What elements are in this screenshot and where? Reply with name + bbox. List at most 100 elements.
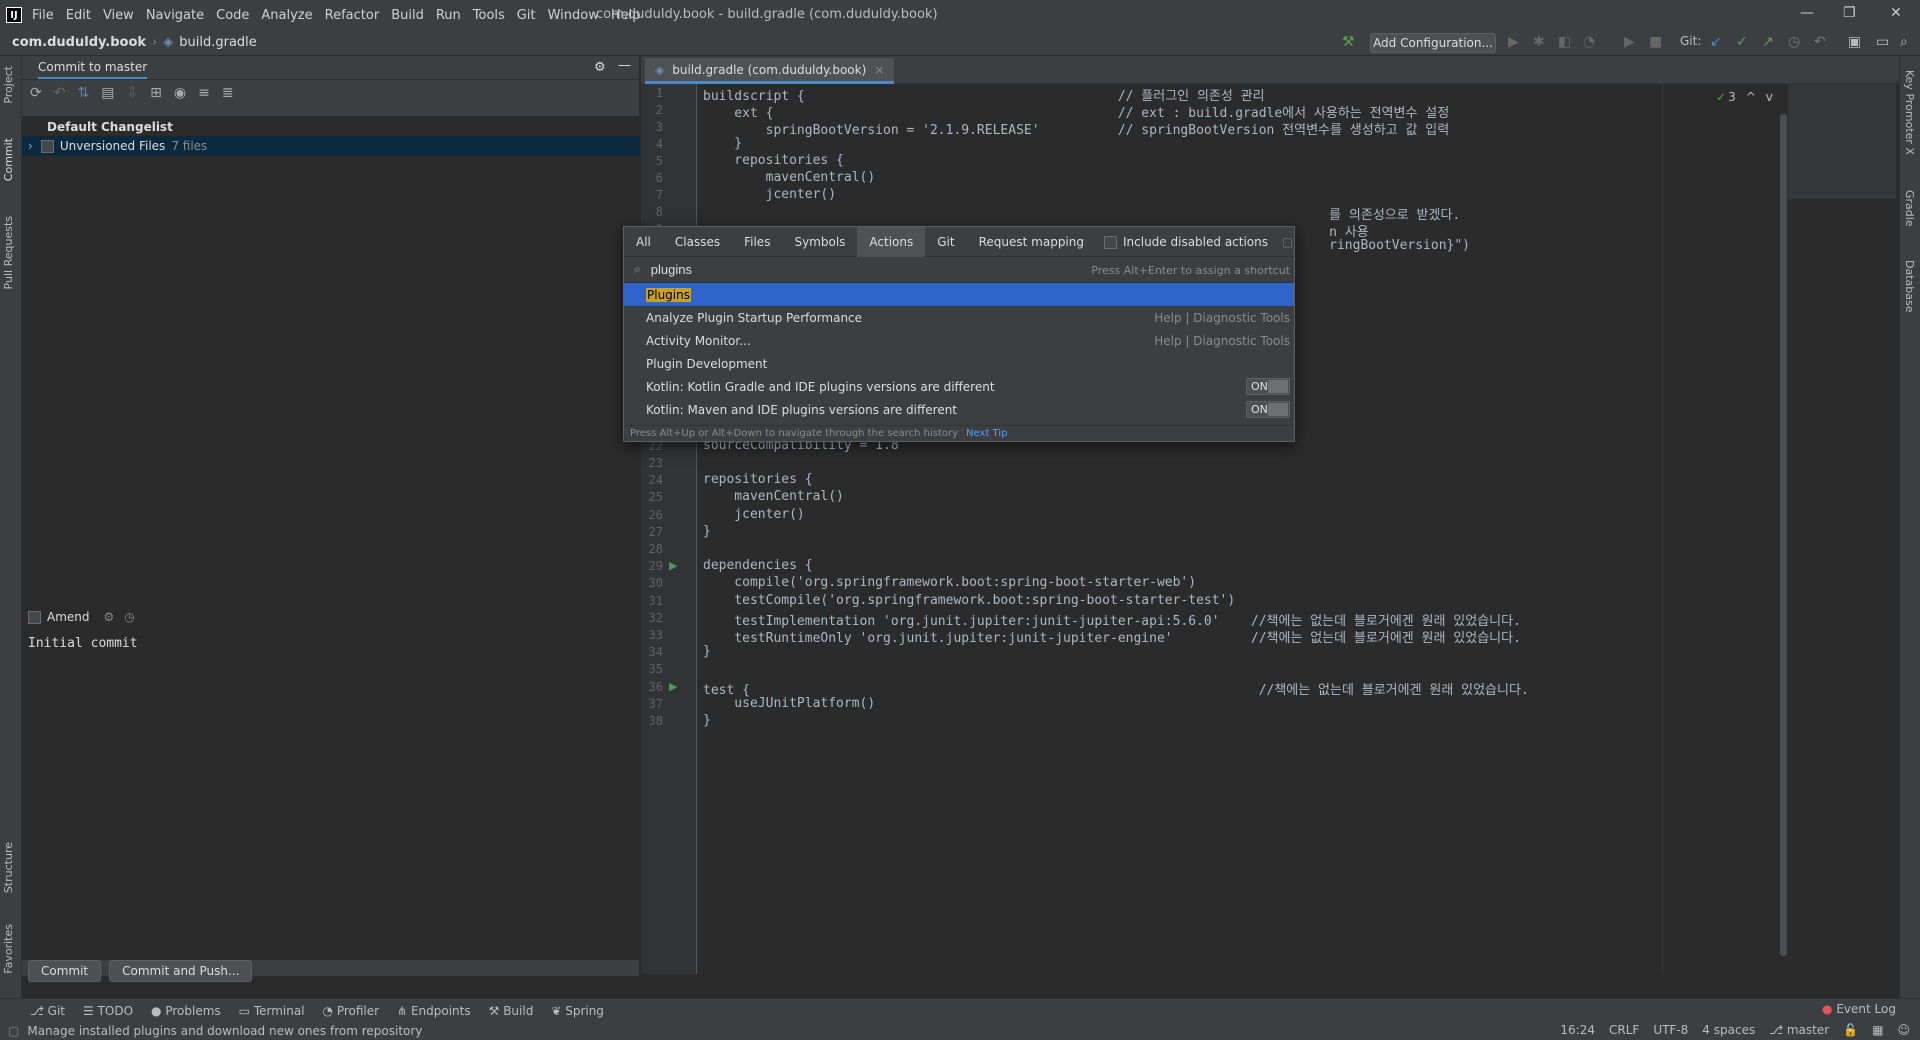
favorites-tab[interactable]: Favorites [2,924,15,974]
menu-navigate[interactable]: Navigate [146,8,204,23]
include-disabled-checkbox[interactable] [1104,235,1117,249]
run-gutter-icon[interactable]: ▶ [669,680,677,693]
run-gutter-icon[interactable]: ▶ [669,559,677,572]
unversioned-checkbox[interactable] [40,139,54,153]
menu-view[interactable]: View [103,8,134,23]
include-disabled-option[interactable]: Include disabled actions ▢ [1104,235,1293,249]
toolwindow-git[interactable]: ⎇ Git [30,1004,65,1018]
git-update-icon[interactable]: ↙ [1710,34,1722,50]
git-commit-icon[interactable]: ✓ [1736,34,1748,50]
project-structure-icon[interactable]: ▣ [1848,34,1861,50]
search-input[interactable] [650,262,951,277]
unversioned-files-row[interactable]: › Unversioned Files 7 files [22,136,640,156]
on-toggle[interactable]: ON [1246,378,1290,395]
debug-icon[interactable]: ✱ [1533,34,1545,50]
code-line[interactable]: repositories { [703,472,813,487]
code-line[interactable]: repositories { [703,153,844,168]
pull-requests-tab[interactable]: Pull Requests [2,216,15,289]
menu-window[interactable]: Window [548,8,599,23]
search-tab-all[interactable]: All [624,227,663,257]
project-tab[interactable]: Project [2,66,15,104]
code-line[interactable]: } [703,713,711,728]
code-line[interactable]: jcenter() [703,187,836,202]
clock-icon[interactable]: ◷ [124,610,134,624]
menu-code[interactable]: Code [216,8,249,23]
eye-icon[interactable]: ◉ [174,85,186,101]
search-icon[interactable]: ⌕ [1900,34,1908,50]
hide-icon[interactable]: — [618,58,631,73]
search-tab-symbols[interactable]: Symbols [782,227,857,257]
breadcrumb-project[interactable]: com.duduldy.book [12,35,146,50]
structure-tab[interactable]: Structure [2,842,15,893]
menu-tools[interactable]: Tools [473,8,505,23]
update-icon[interactable]: ⇅ [77,85,89,101]
inspection-widget[interactable]: ✓ 3 ^ v [1716,90,1773,104]
commit-panel-tab[interactable]: Commit to master [38,57,148,79]
code-line[interactable]: test { //책에는 없는데 블로거에겐 원래 있었습니다. [703,679,1529,698]
menu-run[interactable]: Run [436,8,461,23]
close-tab-icon[interactable]: × [874,63,884,77]
chevron-right-icon[interactable]: › [28,139,33,153]
search-result-item[interactable]: Kotlin: Kotlin Gradle and IDE plugins ve… [624,375,1294,398]
notifications-icon[interactable]: ☺ [1897,1023,1910,1037]
code-line[interactable]: compile('org.springframework.boot:spring… [703,575,1196,590]
git-branch[interactable]: ⎇ master [1769,1023,1829,1037]
default-changelist[interactable]: Default Changelist [22,116,640,136]
next-tip-link[interactable]: Next Tip [966,428,1007,439]
layout-icon[interactable]: ▭ [1876,34,1889,50]
menu-git[interactable]: Git [517,8,536,23]
search-result-item[interactable]: Plugins [624,283,1294,306]
amend-checkbox[interactable] [28,610,41,624]
lock-icon[interactable]: 🔓 [1843,1023,1858,1037]
on-toggle[interactable]: ON [1246,401,1290,418]
search-tab-git[interactable]: Git [925,227,966,257]
caret-position[interactable]: 16:24 [1560,1023,1595,1037]
menu-analyze[interactable]: Analyze [261,8,312,23]
menu-refactor[interactable]: Refactor [325,8,380,23]
search-tab-request-mapping[interactable]: Request mapping [967,227,1096,257]
menu-build[interactable]: Build [391,8,424,23]
editor-tab-build-gradle[interactable]: ◈ build.gradle (com.duduldy.book) × [645,58,895,84]
editor-scrollbar[interactable] [1780,114,1787,956]
menu-edit[interactable]: Edit [66,8,91,23]
toolwindow-build[interactable]: ⚒ Build [489,1004,534,1018]
code-line[interactable]: } [703,136,742,151]
build-hammer-icon[interactable]: ⚒ [1342,34,1355,50]
chevron-down-icon[interactable]: v [1766,90,1773,104]
commit-and-push-button[interactable]: Commit and Push... [109,960,253,982]
search-tab-actions[interactable]: Actions [857,226,926,257]
code-line[interactable]: testCompile('org.springframework.boot:sp… [703,593,1235,608]
commit-tab[interactable]: Commit [2,138,15,181]
commit-button[interactable]: Commit [28,960,102,982]
menu-file[interactable]: File [32,8,54,23]
group-by-icon[interactable]: ⊞ [150,85,162,101]
expand-all-icon[interactable]: ≡ [198,85,210,101]
toolwindow-terminal[interactable]: ▭ Terminal [239,1004,305,1018]
coverage-icon[interactable]: ◧ [1558,34,1571,50]
shelve-icon[interactable]: ⇩ [126,85,138,101]
status-square-icon[interactable]: ▢ [8,1024,19,1038]
code-line[interactable]: testImplementation 'org.junit.jupiter:ju… [703,610,1521,629]
run-icon[interactable]: ▶ [1508,34,1519,50]
memory-icon[interactable]: ▦ [1872,1023,1883,1037]
toolwindow-profiler[interactable]: ◔ Profiler [323,1004,380,1018]
commit-message-input[interactable]: Initial commit [22,630,640,960]
code-line[interactable]: mavenCentral() [703,170,876,185]
rollback-icon[interactable]: ↶ [1814,34,1826,50]
commit-options-gear-icon[interactable]: ⚙ [104,610,115,624]
refresh-icon[interactable]: ⟳ [30,85,42,101]
event-log-button[interactable]: ● Event Log [1822,1002,1896,1016]
gear-icon[interactable]: ⚙ [594,60,606,75]
toolwindow-spring[interactable]: ❦ Spring [551,1004,604,1018]
search-result-item[interactable]: Plugin Development [624,352,1294,375]
key-promoter-tab[interactable]: Key Promoter X [1903,70,1916,155]
code-line[interactable]: } [703,644,711,659]
toolwindow-todo[interactable]: ☰ TODO [83,1004,133,1018]
undo-icon[interactable]: ↶ [54,85,66,101]
code-line[interactable]: springBootVersion = '2.1.9.RELEASE' // s… [703,119,1450,138]
code-line[interactable]: mavenCentral() [703,489,844,504]
minimize-icon[interactable]: — [1800,5,1814,21]
code-editor[interactable]: buildscript { // 플러그인 의존성 관리 ext { // ex… [698,84,1898,974]
code-line[interactable]: } [703,524,711,539]
close-icon[interactable]: ✕ [1890,5,1902,21]
